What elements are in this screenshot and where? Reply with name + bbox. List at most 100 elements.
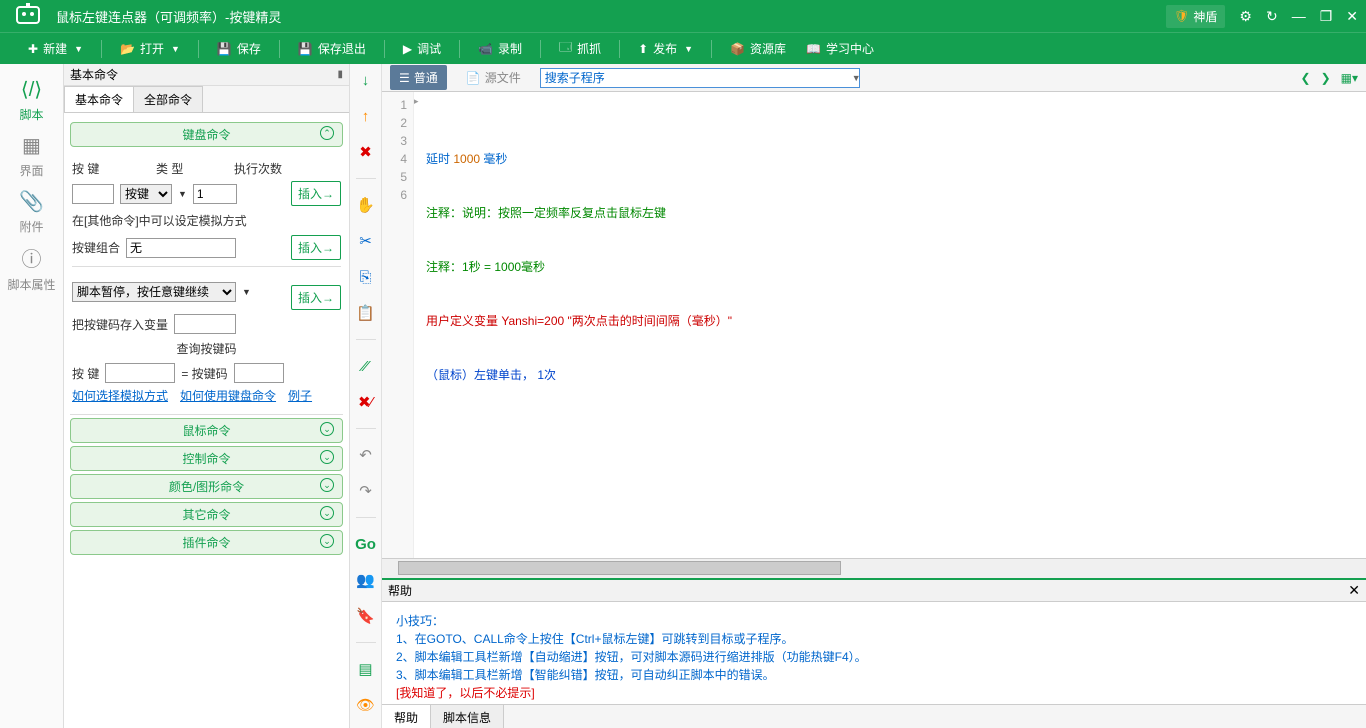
pin-icon[interactable]: ▮ [337,69,343,80]
savecode-input[interactable] [174,314,236,334]
close-icon[interactable]: ✕ [1346,8,1358,25]
saveexit-icon: 💾 [298,42,313,56]
prev-icon[interactable]: ❮ [1301,71,1311,85]
layout-icon: ▦ [22,133,41,158]
help-tab-help[interactable]: 帮助 [382,705,431,728]
box-icon: 📦 [730,42,745,56]
chevron-down-icon: ⌄ [320,506,334,520]
settings-icon[interactable]: ⚙ [1239,8,1252,25]
paste-icon[interactable]: 📋 [356,303,376,323]
refresh-icon[interactable]: ↻ [1266,8,1278,25]
menu-new[interactable]: ✚新建▼ [20,36,91,61]
play-icon: ▶ [403,42,412,56]
delete-icon[interactable]: ✖ [356,142,376,162]
note-text: 在[其他命令]中可以设定模拟方式 [72,212,341,229]
qkey-input[interactable] [105,363,175,383]
hand-icon[interactable]: ✋ [356,195,376,215]
left-nav: ⟨/⟩脚本 ▦界面 📎附件 ⓘ脚本属性 [0,64,64,728]
insert-button-3[interactable]: 插入→ [291,285,341,310]
attach-icon: 📎 [19,189,44,214]
menu-resource[interactable]: 📦资源库 [722,36,794,61]
section-plugin[interactable]: 插件命令⌄ [70,530,343,555]
list-icon: ☰ [399,71,410,85]
chevron-down-icon: ⌄ [320,422,334,436]
eye-icon[interactable]: 👁 [356,695,376,715]
tab-basic[interactable]: 基本命令 [64,86,134,112]
upload-icon: ⬆ [638,42,648,56]
bookmark-icon[interactable]: 🔖 [356,606,376,626]
menu-open[interactable]: 📂打开▼ [112,36,188,61]
help-tip-2: 2、脚本编辑工具栏新增【自动缩进】按钮，可对脚本源码进行缩进排版（功能热键F4）… [396,648,1352,666]
menu-grab[interactable]: 🗔抓抓 [551,34,609,63]
tab-all[interactable]: 全部命令 [133,86,203,112]
link-sim[interactable]: 如何选择模拟方式 [72,387,168,404]
insert-button-1[interactable]: 插入→ [291,181,341,206]
view-source[interactable]: 📄源文件 [457,65,530,90]
nav-attach[interactable]: 📎附件 [0,184,64,240]
help-tab-info[interactable]: 脚本信息 [431,705,504,728]
help-heading: 小技巧： [396,612,1352,630]
copy-icon[interactable]: ⎘ [356,267,376,287]
menu-saveexit[interactable]: 💾保存退出 [290,36,374,61]
nav-script[interactable]: ⟨/⟩脚本 [0,72,64,128]
chevron-down-icon: ⌄ [320,478,334,492]
scissors-icon[interactable]: ✂ [356,231,376,251]
menu-record[interactable]: 📹录制 [470,36,530,61]
link-usage[interactable]: 如何使用键盘命令 [180,387,276,404]
section-keyboard[interactable]: 键盘命令⌃ [70,122,343,147]
titlebar: 鼠标左键连点器（可调频率）-按键精灵 🛡神盾 ⚙ ↻ — ❐ ✕ [0,0,1366,32]
chevron-down-icon: ⌄ [320,450,334,464]
query-label: 查询按键码 [72,340,341,357]
search-icon[interactable]: 👥 [356,570,376,590]
qcode-input[interactable] [234,363,284,383]
help-tip-3: 3、脚本编辑工具栏新增【智能纠错】按钮，可自动纠正脚本中的错误。 [396,666,1352,684]
uncomment-icon[interactable]: ✖⁄ [356,392,376,412]
maximize-icon[interactable]: ❐ [1320,8,1333,25]
editor-area: ☰普通 📄源文件 ▼ ❮ ❯ ▦▾ 123456 ▸ 延时 1000 毫秒 注释… [382,64,1366,728]
key-input[interactable] [72,184,114,204]
section-mouse[interactable]: 鼠标命令⌄ [70,418,343,443]
section-color[interactable]: 颜色/图形命令⌄ [70,474,343,499]
help-dismiss[interactable]: [我知道了，以后不必提示] [396,684,1352,702]
menu-debug[interactable]: ▶调试 [395,36,449,61]
grid-icon[interactable]: ▦▾ [1341,71,1358,85]
next-icon[interactable]: ❯ [1321,71,1331,85]
view-normal[interactable]: ☰普通 [390,65,447,90]
panel-title: 基本命令 [70,66,118,83]
go-icon[interactable]: Go [356,534,376,554]
nav-props[interactable]: ⓘ脚本属性 [0,240,64,296]
pause-select[interactable]: 脚本暂停，按任意键继续 [72,282,236,302]
minimize-icon[interactable]: — [1292,8,1306,24]
menubar: ✚新建▼ 📂打开▼ 💾保存 💾保存退出 ▶调试 📹录制 🗔抓抓 ⬆发布▼ 📦资源… [0,32,1366,64]
indent-icon[interactable]: ▤ [356,659,376,679]
grab-icon: 🗔 [559,38,572,59]
folder-icon: 📂 [120,42,135,56]
search-input[interactable] [540,68,860,88]
chevron-down-icon: ⌄ [320,534,334,548]
book-icon: 📖 [806,42,821,56]
shield-icon: 🛡 [1174,9,1189,23]
section-control[interactable]: 控制命令⌄ [70,446,343,471]
shield-button[interactable]: 🛡神盾 [1166,5,1225,28]
combo-input[interactable] [126,238,236,258]
window-title: 鼠标左键连点器（可调频率）-按键精灵 [48,7,1166,26]
help-close-icon[interactable]: ✕ [1348,582,1360,599]
section-other[interactable]: 其它命令⌄ [70,502,343,527]
up-arrow-icon[interactable]: ↑ [356,106,376,126]
help-panel: 帮助✕ 小技巧： 1、在GOTO、CALL命令上按住【Ctrl+鼠标左键】可跳转… [382,578,1366,728]
undo-icon[interactable]: ↶ [356,445,376,465]
count-input[interactable] [193,184,237,204]
redo-icon[interactable]: ↷ [356,481,376,501]
insert-button-2[interactable]: 插入→ [291,235,341,260]
chevron-up-icon: ⌃ [320,126,334,140]
down-arrow-icon[interactable]: ↓ [356,70,376,90]
menu-learn[interactable]: 📖学习中心 [798,36,882,61]
nav-ui[interactable]: ▦界面 [0,128,64,184]
comment-icon[interactable]: ⁄⁄ [356,356,376,376]
horizontal-scrollbar[interactable] [382,558,1366,578]
code-editor[interactable]: 123456 ▸ 延时 1000 毫秒 注释：说明：按照一定频率反复点击鼠标左键… [382,92,1366,558]
menu-save[interactable]: 💾保存 [209,36,269,61]
type-select[interactable]: 按键 [120,184,172,204]
menu-publish[interactable]: ⬆发布▼ [630,36,701,61]
link-example[interactable]: 例子 [288,387,312,404]
